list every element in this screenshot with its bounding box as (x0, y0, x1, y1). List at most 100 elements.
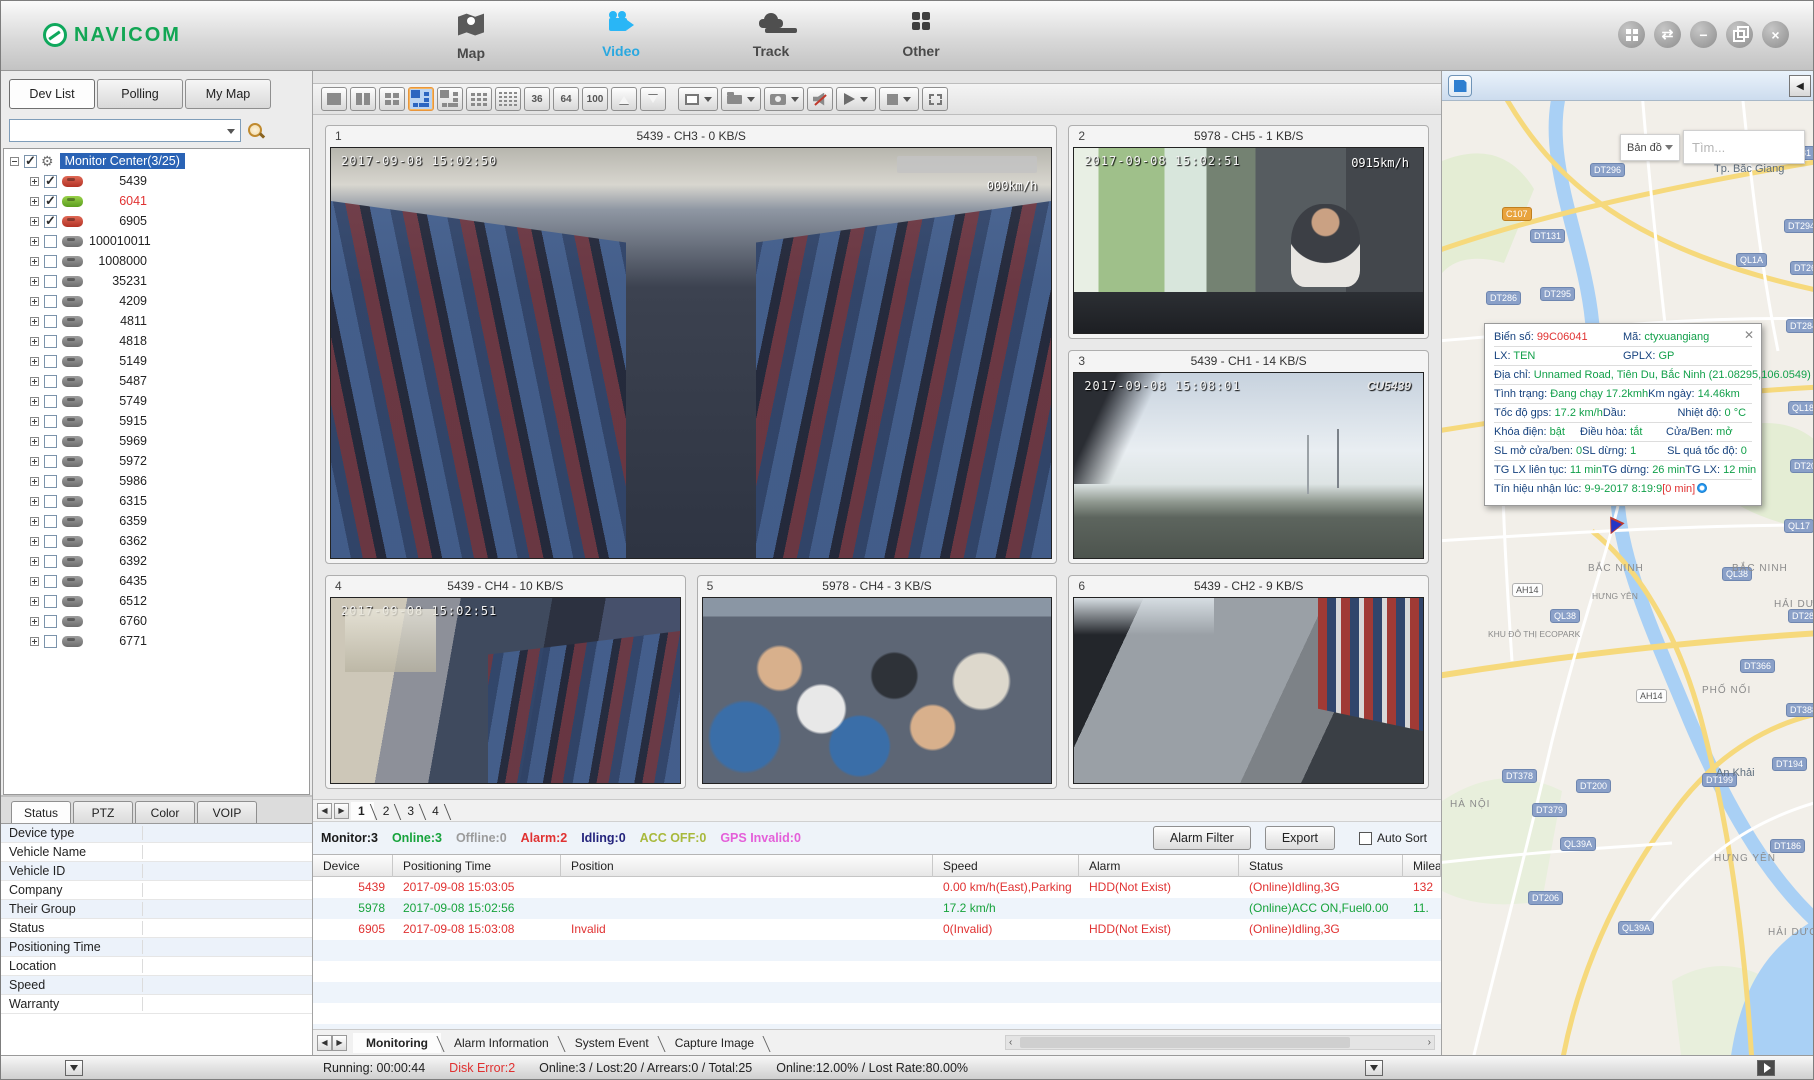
expand-icon[interactable] (30, 477, 39, 486)
expand-icon[interactable] (30, 297, 39, 306)
expand-icon[interactable] (30, 257, 39, 266)
tabs-next-button[interactable]: ▶ (332, 1035, 347, 1051)
video-panel[interactable]: 1 5439 - CH3 - 0 KB/S 2017-09-08 15:02:5… (325, 125, 1057, 564)
layout-64-button[interactable]: 64 (553, 87, 579, 111)
device-id[interactable]: 5439 (89, 174, 147, 188)
statusbar-expand-button[interactable] (1757, 1060, 1775, 1076)
tab-polling[interactable]: Polling (97, 79, 183, 109)
col-mileage[interactable]: Mileage (1403, 855, 1441, 877)
layout-1-button[interactable] (321, 87, 347, 111)
device-checkbox[interactable] (44, 435, 57, 448)
device-checkbox[interactable] (44, 315, 57, 328)
col-device[interactable]: Device (313, 855, 393, 877)
chevron-down-icon[interactable] (903, 97, 911, 106)
tree-device-row[interactable]: 100010011 (4, 231, 309, 251)
device-id[interactable]: 5749 (89, 394, 147, 408)
expand-icon[interactable] (30, 457, 39, 466)
vehicle-marker[interactable] (1606, 519, 1622, 535)
video-feed[interactable]: 2017-09-08 15:02:50 000km/h (330, 147, 1052, 559)
tree-device-row[interactable]: 6905 (4, 211, 309, 231)
tree-device-row[interactable]: 4209 (4, 291, 309, 311)
chevron-down-icon[interactable] (704, 97, 712, 106)
device-checkbox[interactable] (44, 495, 57, 508)
video-feed[interactable] (1073, 597, 1424, 784)
search-icon[interactable] (247, 122, 265, 140)
device-checkbox[interactable] (44, 215, 57, 228)
tree-device-row[interactable]: 6392 (4, 551, 309, 571)
tree-device-row[interactable]: 5972 (4, 451, 309, 471)
video-page-3[interactable]: 3 (400, 802, 423, 820)
expand-icon[interactable] (30, 317, 39, 326)
video-panel[interactable]: 4 5439 - CH4 - 10 KB/S 2017-09-08 15:02:… (325, 575, 686, 789)
video-page-1[interactable]: 1 (351, 802, 374, 820)
device-id[interactable]: 4209 (89, 294, 147, 308)
col-positioning-time[interactable]: Positioning Time (393, 855, 561, 877)
root-checkbox[interactable] (24, 155, 37, 168)
play-dropdown-button[interactable] (836, 87, 876, 111)
table-row[interactable]: 5978 2017-09-08 15:02:56 17.2 km/h (Onli… (313, 898, 1441, 919)
storage-dropdown-button[interactable] (721, 87, 761, 111)
layout-4-button[interactable] (379, 87, 405, 111)
horizontal-scrollbar[interactable]: ‹ › (1005, 1035, 1435, 1050)
layout-16-button[interactable] (495, 87, 521, 111)
fullscreen-button[interactable] (922, 87, 948, 111)
tree-root-row[interactable]: ⚙ Monitor Center(3/25) (4, 151, 309, 171)
layout-8-button[interactable] (437, 87, 463, 111)
layout-9-button[interactable] (466, 87, 492, 111)
tab-capture-image[interactable]: Capture Image (662, 1033, 767, 1053)
save-icon[interactable] (1448, 75, 1472, 97)
device-checkbox[interactable] (44, 575, 57, 588)
tab-monitoring[interactable]: Monitoring (353, 1033, 441, 1053)
video-feed[interactable] (702, 597, 1053, 784)
table-row[interactable]: 6905 2017-09-08 15:03:08 Invalid 0(Inval… (313, 919, 1441, 940)
device-id[interactable]: 6362 (89, 534, 147, 548)
device-checkbox[interactable] (44, 355, 57, 368)
layout-grid-button[interactable] (1618, 21, 1645, 48)
expand-icon[interactable] (30, 537, 39, 546)
device-checkbox[interactable] (44, 635, 57, 648)
scrollbar-thumb[interactable] (1020, 1037, 1350, 1048)
device-checkbox[interactable] (44, 395, 57, 408)
device-checkbox[interactable] (44, 335, 57, 348)
expand-icon[interactable] (30, 177, 39, 186)
video-feed[interactable]: 2017-09-08 15:02:51 (330, 597, 681, 784)
tree-device-row[interactable]: 4818 (4, 331, 309, 351)
video-feed[interactable]: 2017-09-08 15:08:01 CU5439 (1073, 372, 1424, 559)
device-checkbox[interactable] (44, 275, 57, 288)
layout-2-button[interactable] (350, 87, 376, 111)
tab-voip[interactable]: VOIP (197, 801, 257, 824)
device-id[interactable]: 6512 (89, 594, 147, 608)
restore-button[interactable] (1726, 21, 1753, 48)
col-status[interactable]: Status (1239, 855, 1403, 877)
device-checkbox[interactable] (44, 255, 57, 268)
device-checkbox[interactable] (44, 515, 57, 528)
alarm-filter-button[interactable]: Alarm Filter (1153, 826, 1251, 850)
stop-dropdown-button[interactable] (879, 87, 919, 111)
expand-icon[interactable] (30, 277, 39, 286)
device-checkbox[interactable] (44, 535, 57, 548)
tabs-prev-button[interactable]: ◀ (317, 1035, 332, 1051)
device-id[interactable]: 6771 (89, 634, 147, 648)
expand-icon[interactable] (30, 617, 39, 626)
tree-device-row[interactable]: 6041 (4, 191, 309, 211)
chevron-down-icon[interactable] (227, 129, 235, 138)
tree-device-row[interactable]: 5487 (4, 371, 309, 391)
expand-icon[interactable] (30, 417, 39, 426)
tab-dev-list[interactable]: Dev List (9, 79, 95, 109)
expand-icon[interactable] (30, 437, 39, 446)
minimize-button[interactable]: − (1690, 21, 1717, 48)
expand-icon[interactable] (30, 597, 39, 606)
device-id[interactable]: 5972 (89, 454, 147, 468)
page-down-button[interactable] (640, 87, 666, 111)
device-checkbox[interactable] (44, 235, 57, 248)
tab-ptz[interactable]: PTZ (73, 801, 133, 824)
expand-icon[interactable] (30, 637, 39, 646)
video-panel[interactable]: 3 5439 - CH1 - 14 KB/S 2017-09-08 15:08:… (1068, 350, 1429, 564)
tree-device-row[interactable]: 1008000 (4, 251, 309, 271)
device-id[interactable]: 5969 (89, 434, 147, 448)
device-checkbox[interactable] (44, 175, 57, 188)
expand-icon[interactable] (30, 237, 39, 246)
video-feed[interactable]: 2017-09-08 15:02:51 0915km/h (1073, 147, 1424, 334)
tree-device-row[interactable]: 5149 (4, 351, 309, 371)
scroll-left-icon[interactable]: ‹ (1009, 1037, 1012, 1048)
